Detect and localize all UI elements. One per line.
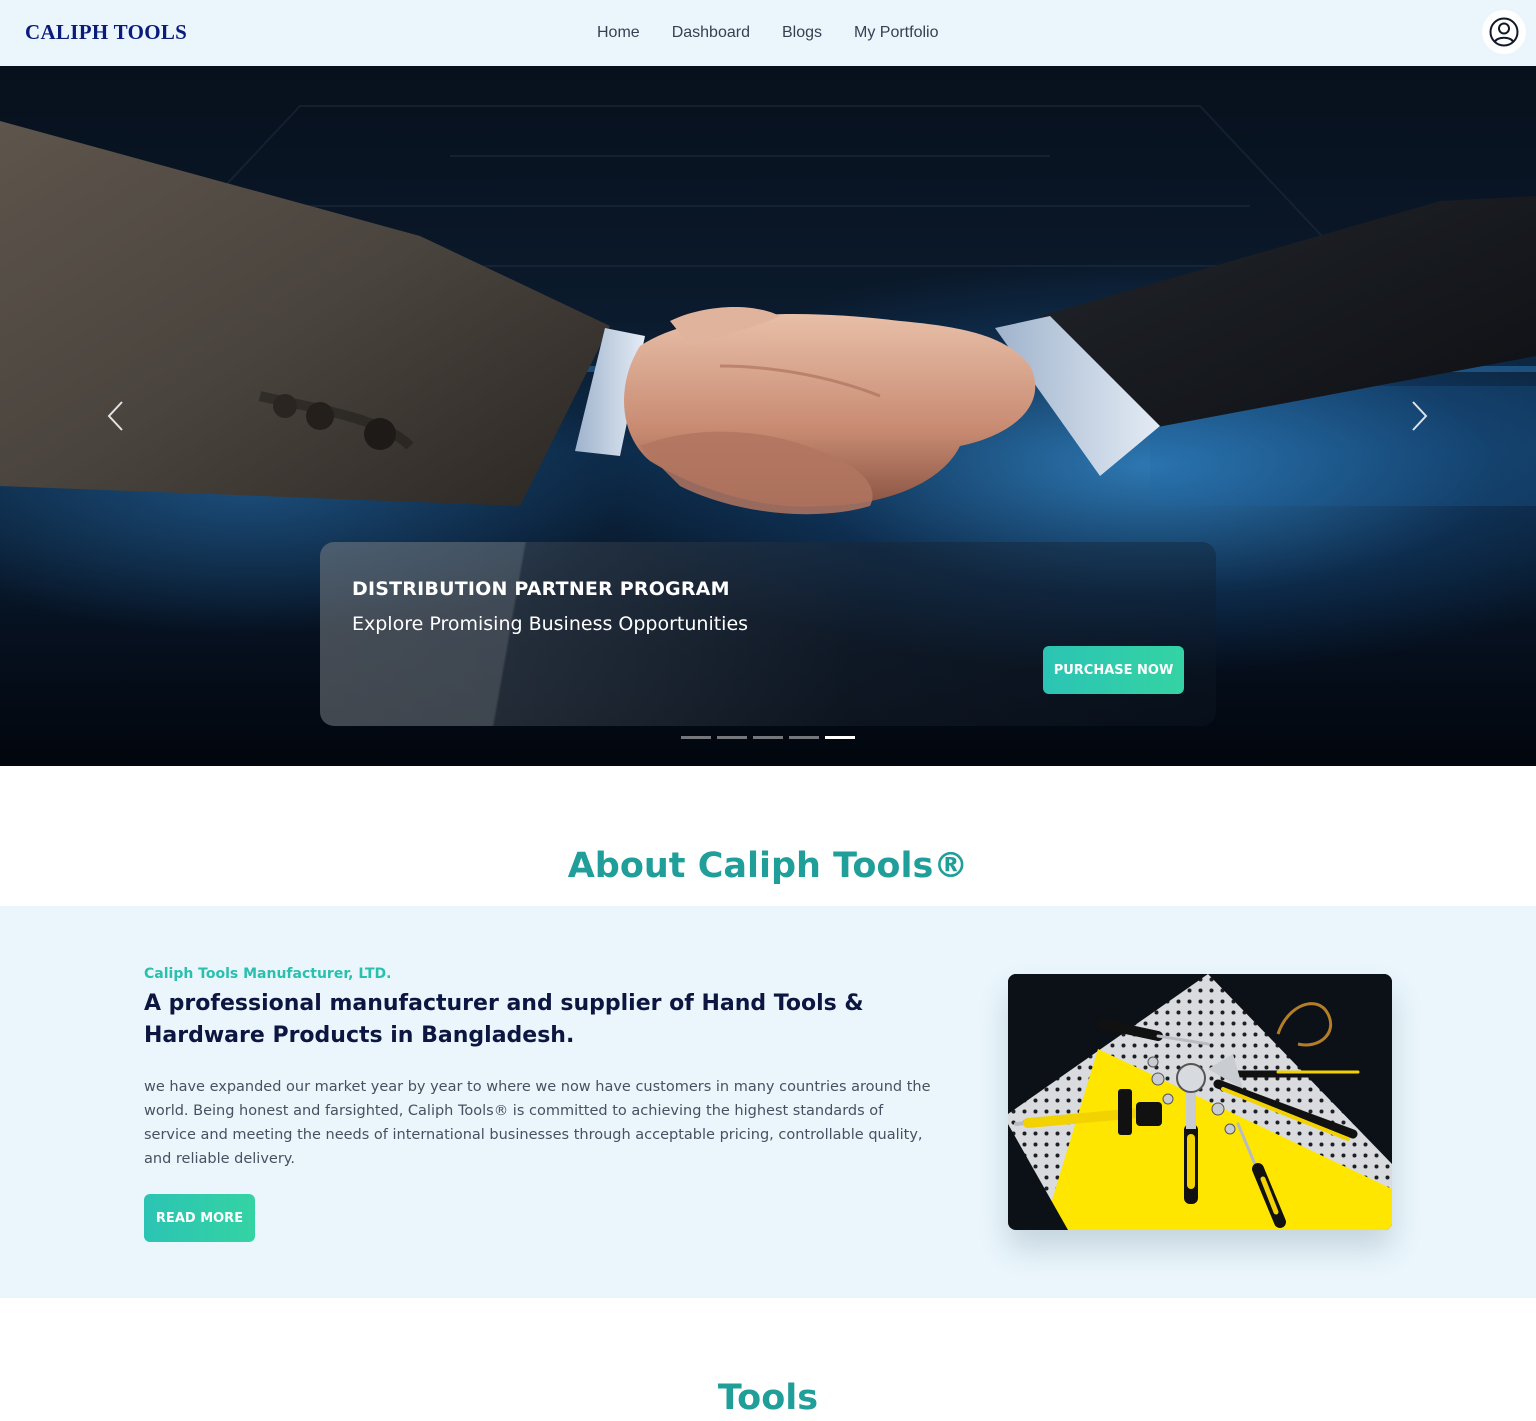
tools-section-title: Tools [717,1378,819,1418]
tools-illustration [1008,974,1392,1230]
about-body: we have expanded our market year by year… [144,1079,931,1167]
nav-link-my-portfolio[interactable]: My Portfolio [854,22,938,44]
caption-title: DISTRIBUTION PARTNER PROGRAM [352,578,730,600]
caption-subtitle: Explore Promising Business Opportunities [352,613,749,635]
read-more-button[interactable]: READ MORE [144,1194,255,1242]
about-section: Caliph Tools Manufacturer, LTD. A profes… [0,906,1536,1298]
about-section-title: About Caliph Tools® [567,846,969,886]
nav-link-dashboard[interactable]: Dashboard [672,22,750,44]
carousel-indicator-active[interactable] [825,736,855,739]
user-avatar-button[interactable] [1482,10,1526,54]
chevron-right-icon [1412,401,1428,431]
carousel-indicator[interactable] [753,736,783,739]
nav-links: Home Dashboard Blogs My Portfolio [597,22,970,44]
navbar: CALIPH TOOLS Home Dashboard Blogs My Por… [0,0,1536,66]
carousel-prev-button[interactable] [100,396,130,436]
nav-link-blogs[interactable]: Blogs [782,22,822,44]
tools-image [1008,974,1392,1230]
brand-logo[interactable]: CALIPH TOOLS [25,20,187,45]
about-heading: A professional manufacturer and supplier… [144,991,864,1048]
hero-carousel: DISTRIBUTION PARTNER PROGRAM Explore Pro… [0,66,1536,766]
carousel-indicator[interactable] [789,736,819,739]
chevron-left-icon [107,401,123,431]
carousel-caption: DISTRIBUTION PARTNER PROGRAM Explore Pro… [320,542,1216,726]
carousel-indicator[interactable] [717,736,747,739]
carousel-indicators [681,736,855,739]
carousel-indicator[interactable] [681,736,711,739]
purchase-now-button[interactable]: PURCHASE NOW [1043,646,1184,694]
about-kicker: Caliph Tools Manufacturer, LTD. [144,966,392,982]
carousel-next-button[interactable] [1405,396,1435,436]
user-circle-icon [1489,17,1519,47]
nav-link-home[interactable]: Home [597,22,640,44]
